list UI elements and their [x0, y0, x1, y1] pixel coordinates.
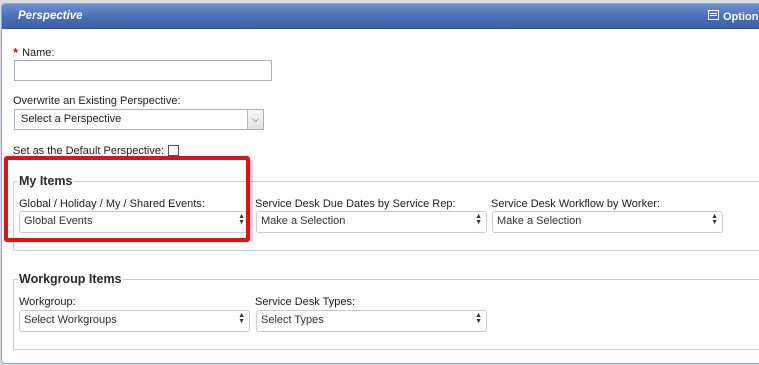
- options-button[interactable]: Option: [708, 10, 758, 23]
- updown-arrows-icon: ▲ ▼: [475, 213, 482, 226]
- updown-arrows-icon: ▲ ▼: [475, 312, 482, 325]
- workgroup-items-title: Workgroup Items: [18, 272, 123, 286]
- updown-arrows-icon: ▲ ▼: [711, 213, 718, 226]
- chevron-down-icon[interactable]: ⌵: [247, 110, 263, 129]
- overwrite-label: Overwrite an Existing Perspective:: [13, 95, 181, 107]
- name-input[interactable]: [14, 60, 272, 81]
- updown-arrows-icon: ▲ ▼: [238, 312, 245, 325]
- name-label: Name:: [22, 47, 55, 59]
- workgroup-value: Select Workgroups: [24, 314, 117, 326]
- due-dates-label: Service Desk Due Dates by Service Rep:: [255, 198, 456, 210]
- overwrite-perspective-value: Select a Perspective: [21, 113, 122, 125]
- window-titlebar: Perspective Option: [2, 4, 759, 29]
- workflow-select[interactable]: Make a Selection ▲ ▼: [492, 211, 723, 233]
- name-label-row: * Name:: [13, 44, 55, 60]
- overwrite-perspective-select[interactable]: Select a Perspective ⌵: [14, 109, 264, 130]
- due-dates-select[interactable]: Make a Selection ▲ ▼: [256, 211, 487, 233]
- highlight-shadow: [250, 160, 253, 242]
- due-dates-value: Make a Selection: [261, 215, 346, 227]
- options-list-icon: [708, 10, 719, 20]
- workflow-value: Make a Selection: [497, 215, 582, 227]
- service-desk-types-value: Select Types: [261, 314, 324, 326]
- service-desk-types-select[interactable]: Select Types ▲ ▼: [256, 310, 487, 332]
- workflow-label: Service Desk Workflow by Worker:: [491, 198, 660, 210]
- window-title: Perspective: [18, 10, 83, 22]
- workgroup-select[interactable]: Select Workgroups ▲ ▼: [19, 310, 250, 332]
- default-perspective-checkbox[interactable]: [168, 145, 179, 156]
- required-asterisk-icon: *: [13, 45, 19, 60]
- workgroup-label: Workgroup:: [19, 296, 76, 308]
- service-desk-types-label: Service Desk Types:: [255, 296, 356, 308]
- options-label: Option: [723, 11, 759, 23]
- highlight-annotation-box: [4, 156, 250, 242]
